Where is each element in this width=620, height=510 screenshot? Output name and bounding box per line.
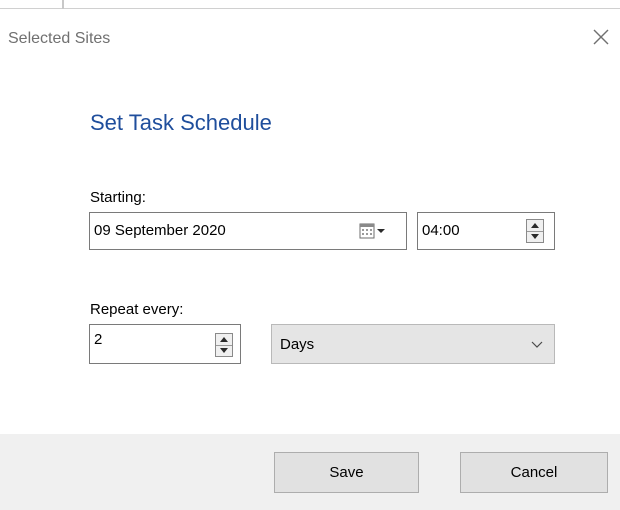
start-time-value: 04:00	[422, 222, 460, 239]
repeat-spin-down-button[interactable]	[216, 345, 232, 356]
repeat-unit-dropdown[interactable]: Days	[271, 324, 555, 364]
arrow-down-icon	[531, 234, 539, 239]
arrow-up-icon	[220, 337, 228, 342]
repeat-every-label: Repeat every:	[90, 301, 184, 318]
dialog-footer: Save Cancel	[0, 434, 620, 510]
time-spinner[interactable]	[526, 219, 544, 243]
repeat-unit-value: Days	[280, 336, 315, 353]
start-date-value: 09 September 2020	[94, 222, 226, 239]
top-divider	[0, 8, 620, 9]
repeat-spinner[interactable]	[215, 333, 233, 357]
repeat-interval-field[interactable]: 2	[89, 324, 241, 364]
chevron-down-icon	[531, 341, 543, 348]
task-schedule-dialog: Selected Sites Set Task Schedule Startin…	[0, 0, 620, 510]
top-edge-tick	[62, 0, 64, 9]
window-top-edge	[0, 0, 620, 10]
dialog-title: Selected Sites	[8, 30, 111, 47]
start-time-field[interactable]: 04:00	[417, 212, 555, 250]
arrow-up-icon	[531, 223, 539, 228]
time-spin-down-button[interactable]	[527, 231, 543, 242]
save-button[interactable]: Save	[274, 452, 419, 493]
dialog-heading: Set Task Schedule	[90, 110, 272, 135]
close-icon[interactable]	[590, 26, 612, 48]
repeat-interval-value: 2	[94, 331, 103, 348]
cancel-button[interactable]: Cancel	[460, 452, 608, 493]
starting-label: Starting:	[90, 189, 146, 206]
start-date-picker[interactable]: 09 September 2020	[89, 212, 407, 250]
calendar-icon[interactable]	[358, 221, 388, 241]
arrow-down-icon	[220, 348, 228, 353]
